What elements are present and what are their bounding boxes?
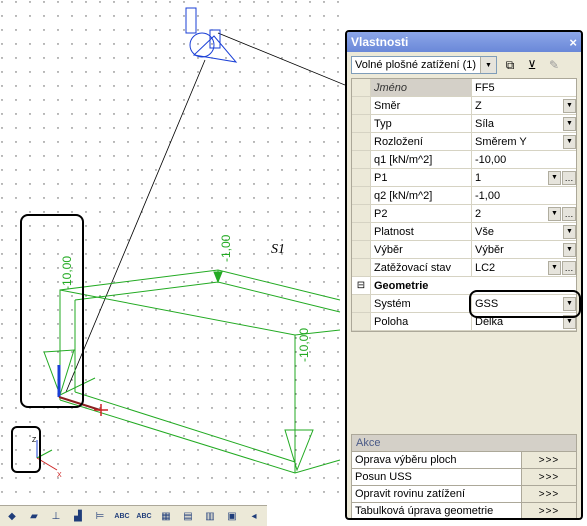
property-label: q2 [kN/m^2] xyxy=(371,187,472,204)
action-label: Tabulková úprava geometrie xyxy=(355,505,494,517)
property-row-q2[interactable]: q2 [kN/m^2] -1,00 xyxy=(352,187,576,205)
action-row[interactable]: Oprava výběru ploch >>> xyxy=(351,452,577,469)
surface-name-label: S1 xyxy=(271,242,285,257)
action-button[interactable]: >>> xyxy=(521,469,576,485)
property-value: LC2 xyxy=(475,261,496,274)
property-value: Síla xyxy=(475,117,494,130)
action-label: Posun USS xyxy=(355,471,412,483)
property-label: Rozložení xyxy=(371,133,472,150)
text-abc-button[interactable]: ABC xyxy=(112,507,132,525)
selection-dropdown[interactable]: Volné plošné zatížení (1) ▼ xyxy=(351,56,497,74)
property-row-rozlozeni[interactable]: Rozložení Směrem Y ▼ xyxy=(352,133,576,151)
highlight-axis-box xyxy=(11,426,41,473)
filter-icon[interactable]: ⊻ xyxy=(523,56,541,74)
property-row-q1[interactable]: q1 [kN/m^2] -10,00 xyxy=(352,151,576,169)
action-row[interactable]: Opravit rovinu zatížení >>> xyxy=(351,486,577,503)
scroll-left-icon[interactable]: ◂ xyxy=(244,507,264,525)
action-label: Oprava výběru ploch xyxy=(355,454,457,466)
property-value: Vše xyxy=(475,225,494,238)
select-filter-icon[interactable]: ⧉ xyxy=(501,56,519,74)
chevron-down-icon[interactable]: ▼ xyxy=(548,170,561,185)
property-row-p1[interactable]: P1 1 ▼… xyxy=(352,169,576,187)
property-value: Výběr xyxy=(475,243,504,256)
surface-icon[interactable]: ▰ xyxy=(24,507,44,525)
selection-value: Volné plošné zatížení (1) xyxy=(355,59,477,71)
action-button[interactable]: >>> xyxy=(521,503,576,518)
property-row-jmeno[interactable]: Jméno FF5 xyxy=(352,79,576,97)
property-label: Směr xyxy=(371,97,472,114)
action-label: Opravit rovinu zatížení xyxy=(355,488,466,500)
group-label: Geometrie xyxy=(374,279,429,292)
action-row[interactable]: Tabulková úprava geometrie >>> xyxy=(351,503,577,518)
chevron-down-icon[interactable]: ▼ xyxy=(563,98,576,113)
action-button[interactable]: >>> xyxy=(521,452,576,468)
close-icon[interactable]: × xyxy=(569,35,577,50)
panel-title: Vlastnosti xyxy=(351,35,409,49)
table2-icon[interactable]: ▥ xyxy=(200,507,220,525)
layers-icon[interactable]: ▣ xyxy=(222,507,242,525)
property-label: Výběr xyxy=(371,241,472,258)
property-label: Typ xyxy=(371,115,472,132)
property-label: Poloha xyxy=(371,313,472,330)
collapse-icon[interactable]: ⊟ xyxy=(352,277,371,294)
highlight-system-box xyxy=(469,290,581,318)
property-value: 1 xyxy=(475,171,482,184)
property-label: Zatěžovací stav xyxy=(371,259,472,276)
property-value: Směrem Y xyxy=(475,135,527,148)
render-icon[interactable]: ◆ xyxy=(2,507,22,525)
chevron-down-icon[interactable]: ▼ xyxy=(548,206,561,221)
property-label: P2 xyxy=(371,205,472,222)
property-label: Systém xyxy=(371,295,472,312)
chevron-down-icon[interactable]: ▼ xyxy=(548,260,561,275)
grid-icon[interactable]: ▦ xyxy=(156,507,176,525)
property-row-p2[interactable]: P2 2 ▼… xyxy=(352,205,576,223)
property-value: 2 xyxy=(475,207,482,220)
property-row-platnost[interactable]: Platnost Vše ▼ xyxy=(352,223,576,241)
property-value[interactable]: FF5 xyxy=(475,82,495,94)
edit-pencil-icon[interactable]: ✎ xyxy=(545,56,563,74)
filter-row: Volné plošné zatížení (1) ▼ ⧉ ⊻ ✎ xyxy=(347,52,581,78)
property-value[interactable]: -1,00 xyxy=(475,190,500,202)
property-label: Jméno xyxy=(371,79,472,96)
property-value[interactable]: -10,00 xyxy=(475,154,506,166)
svg-text:X: X xyxy=(57,472,62,479)
table-icon[interactable]: ▤ xyxy=(178,507,198,525)
text-abc-button-2[interactable]: ABC xyxy=(134,507,154,525)
action-row[interactable]: Posun USS >>> xyxy=(351,469,577,486)
axis-icon[interactable]: ⊥ xyxy=(46,507,66,525)
property-row-smer[interactable]: Směr Z ▼ xyxy=(352,97,576,115)
properties-panel: Vlastnosti × Volné plošné zatížení (1) ▼… xyxy=(345,30,583,520)
property-row-vyber[interactable]: Výběr Výběr ▼ xyxy=(352,241,576,259)
action-button[interactable]: >>> xyxy=(521,486,576,502)
more-dots-icon[interactable]: … xyxy=(562,260,576,275)
chevron-down-icon[interactable]: ▼ xyxy=(563,242,576,257)
actions-header: Akce xyxy=(351,434,577,452)
more-dots-icon[interactable]: … xyxy=(562,206,576,221)
property-label: q1 [kN/m^2] xyxy=(371,151,472,168)
load-value-top: -1,00 xyxy=(219,234,233,262)
property-row-typ[interactable]: Typ Síla ▼ xyxy=(352,115,576,133)
more-dots-icon[interactable]: … xyxy=(562,170,576,185)
highlight-left-box xyxy=(20,214,84,408)
property-label: P1 xyxy=(371,169,472,186)
property-value: Z xyxy=(475,99,482,112)
chevron-down-icon[interactable]: ▼ xyxy=(563,224,576,239)
load-value-right: -10,00 xyxy=(297,328,311,362)
property-row-zatezovaci-stav[interactable]: Zatěžovací stav LC2 ▼… xyxy=(352,259,576,277)
chevron-down-icon[interactable]: ▼ xyxy=(563,134,576,149)
property-label: Platnost xyxy=(371,223,472,240)
actions-section: Akce Oprava výběru ploch >>> Posun USS >… xyxy=(351,434,577,518)
chevron-down-icon[interactable]: ▼ xyxy=(563,116,576,131)
properties-title-bar: Vlastnosti × xyxy=(347,32,581,52)
bottom-toolbar: ◆ ▰ ⊥ ▟ ⊨ ABC ABC ▦ ▤ ▥ ▣ ◂ xyxy=(0,505,267,526)
chart2-icon[interactable]: ⊨ xyxy=(90,507,110,525)
chevron-down-icon[interactable]: ▼ xyxy=(480,57,496,73)
chart-icon[interactable]: ▟ xyxy=(68,507,88,525)
